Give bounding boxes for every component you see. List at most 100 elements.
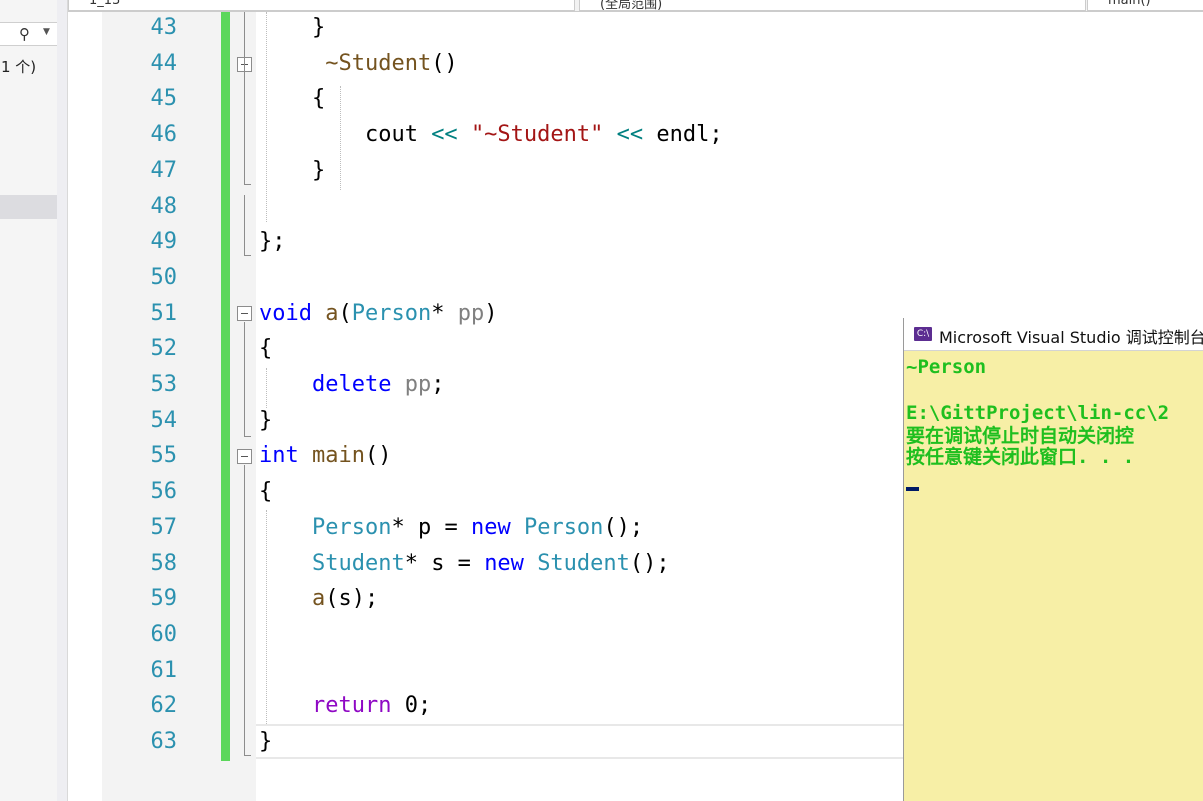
line-number: 44 <box>150 51 178 76</box>
code-token: { <box>259 86 326 111</box>
code-token: ( <box>338 301 352 326</box>
line-number: 53 <box>150 372 178 397</box>
code-line[interactable]: Person* p = new Person(); <box>259 510 643 546</box>
code-line[interactable]: } <box>259 153 325 189</box>
line-number: 57 <box>150 515 178 540</box>
search-icon[interactable]: ⚲ <box>19 25 30 43</box>
line-number: 51 <box>150 301 178 326</box>
code-token: int <box>259 443 299 468</box>
line-number: 43 <box>150 15 178 40</box>
code-token: << <box>431 122 458 147</box>
selected-tree-item[interactable] <box>0 195 57 219</box>
code-token: pp <box>404 372 432 397</box>
code-token: new <box>484 551 524 576</box>
code-line[interactable]: Student* s = new Student(); <box>259 546 670 582</box>
console-output-line: 按任意键关闭此窗口. . . <box>906 446 1135 468</box>
line-number: 45 <box>150 86 178 111</box>
panel-splitter[interactable] <box>57 0 68 801</box>
solution-explorer-panel: ⚲ ▼ 1 个) <box>0 0 58 801</box>
code-token: } <box>259 158 326 183</box>
member-label: main() <box>1108 0 1151 8</box>
code-line[interactable]: } <box>259 10 325 46</box>
code-line[interactable]: }; <box>259 224 286 260</box>
code-token: a <box>325 301 339 326</box>
console-app-icon: C:\ <box>914 327 932 341</box>
outline-line <box>244 12 245 184</box>
console-cursor <box>906 487 919 491</box>
code-token: a <box>311 586 326 611</box>
line-number: 59 <box>150 586 178 611</box>
outline-line <box>244 465 245 755</box>
code-token: 0; <box>391 693 432 718</box>
collapse-icon[interactable] <box>237 306 252 321</box>
code-token: delete <box>311 372 392 397</box>
code-token: { <box>259 479 273 504</box>
change-tracking-bar <box>221 12 230 761</box>
code-token: () <box>431 51 458 76</box>
code-token: << <box>616 122 644 147</box>
code-token: Person <box>351 301 432 326</box>
code-line[interactable]: } <box>259 403 272 439</box>
code-token: } <box>259 408 273 433</box>
line-number: 58 <box>150 551 178 576</box>
code-token: "~Student" <box>470 122 604 147</box>
code-line[interactable]: int main() <box>259 438 391 474</box>
code-token: return <box>311 693 392 718</box>
project-label: 1_13 <box>89 0 121 8</box>
code-token: Student <box>537 551 630 576</box>
code-token: cout <box>259 122 432 147</box>
indent-guide <box>266 368 267 408</box>
indent-guide <box>266 510 267 726</box>
code-line[interactable]: { <box>259 331 272 367</box>
code-line[interactable]: delete pp; <box>259 367 444 403</box>
console-title: Microsoft Visual Studio 调试控制台 <box>939 328 1203 347</box>
code-line[interactable]: ~Student() <box>259 46 458 82</box>
indent-guide <box>266 12 267 222</box>
code-line[interactable]: { <box>259 81 325 117</box>
code-token: * s = <box>404 551 485 576</box>
line-number: 56 <box>150 479 178 504</box>
console-titlebar[interactable]: C:\ Microsoft Visual Studio 调试控制台 <box>904 318 1203 351</box>
outline-line <box>244 755 251 756</box>
console-output-line: E:\GittProject\lin-cc\2 <box>906 402 1170 424</box>
code-token: Person <box>311 515 392 540</box>
console-output-line: 要在调试停止时自动关闭控 <box>906 425 1135 447</box>
code-token: () <box>364 443 392 468</box>
code-token: } <box>259 15 326 40</box>
outline-line <box>244 184 251 185</box>
line-number: 54 <box>150 408 178 433</box>
debug-console-window[interactable]: C:\ Microsoft Visual Studio 调试控制台 ~Perso… <box>903 318 1203 801</box>
code-token: pp <box>457 301 485 326</box>
line-number: 49 <box>150 229 178 254</box>
outline-line <box>244 322 245 436</box>
line-number: 46 <box>150 122 178 147</box>
editor-navigation-bar: 1_13 (全局范围) main() <box>68 0 1203 12</box>
collapse-icon[interactable] <box>237 449 252 464</box>
code-token: (); <box>629 551 670 576</box>
line-number: 63 <box>150 729 178 754</box>
code-token: * <box>431 301 458 326</box>
line-number: 61 <box>150 658 178 683</box>
scope-dropdown[interactable]: (全局范围) <box>579 0 1086 11</box>
code-line[interactable]: a(s); <box>259 581 378 617</box>
code-token: * p = <box>391 515 471 540</box>
scope-label: (全局范围) <box>600 0 663 11</box>
search-box[interactable]: ⚲ ▼ <box>0 22 57 46</box>
code-line[interactable]: { <box>259 474 272 510</box>
line-number: 52 <box>150 336 178 361</box>
code-line[interactable]: cout << "~Student" << endl; <box>259 117 723 153</box>
console-output-line: ~Person <box>906 356 987 378</box>
chevron-down-icon[interactable]: ▼ <box>43 27 50 37</box>
code-token: ; <box>431 372 445 397</box>
code-line[interactable]: return 0; <box>259 688 431 724</box>
member-dropdown[interactable]: main() <box>1087 0 1203 11</box>
line-number: 60 <box>150 622 178 647</box>
line-number: 48 <box>150 194 178 219</box>
code-token: main <box>312 443 365 468</box>
code-line[interactable]: void a(Person* pp) <box>259 296 497 332</box>
code-token: }; <box>259 229 286 254</box>
